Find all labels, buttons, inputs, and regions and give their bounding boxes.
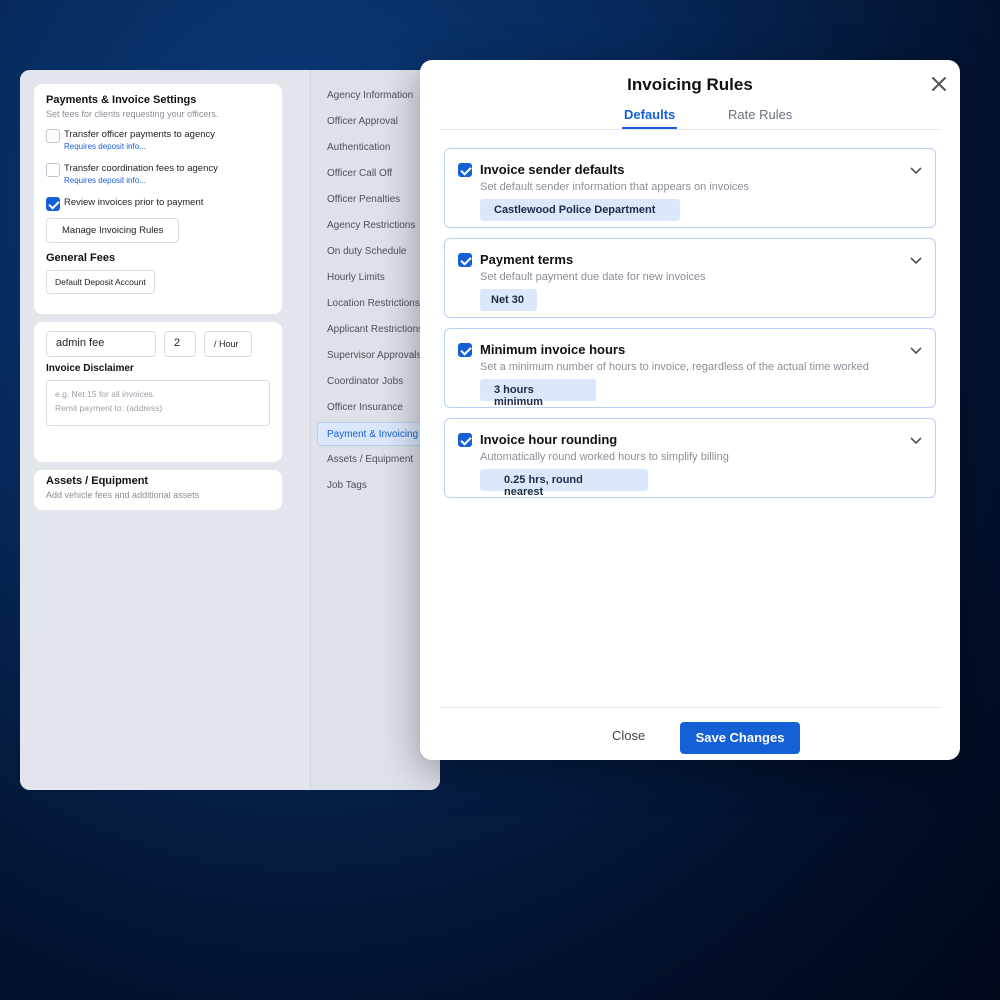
- option-label: Review invoices prior to payment: [64, 197, 204, 208]
- close-icon[interactable]: [930, 75, 948, 93]
- save-changes-button[interactable]: Save Changes: [680, 722, 800, 754]
- nav-item-hourly-limits[interactable]: Hourly Limits: [327, 272, 385, 283]
- checkbox-checked[interactable]: [46, 197, 60, 211]
- rule-description: Automatically round worked hours to simp…: [480, 451, 729, 463]
- option-transfer-officer-payments[interactable]: Transfer officer payments to agency Requ…: [46, 129, 270, 151]
- rule-description: Set a minimum number of hours to invoice…: [480, 361, 869, 373]
- rule-minimum-invoice-hours[interactable]: Minimum invoice hours Set a minimum numb…: [444, 328, 936, 408]
- invoicing-rules-modal: Invoicing Rules Defaults Rate Rules Invo…: [420, 60, 960, 760]
- nav-item-officer-penalties[interactable]: Officer Penalties: [327, 194, 400, 205]
- assets-card[interactable]: Assets / Equipment Add vehicle fees and …: [34, 470, 282, 510]
- rule-title: Invoice sender defaults: [480, 162, 625, 177]
- nav-item-officer-call-off[interactable]: Officer Call Off: [327, 168, 392, 179]
- rule-value-pill: 3 hours minimum: [480, 379, 596, 408]
- manage-invoicing-rules-button[interactable]: Manage Invoicing Rules: [46, 218, 180, 243]
- payments-card-subtitle: Set fees for clients requesting your off…: [46, 109, 219, 119]
- settings-window: Payments & Invoice Settings Set fees for…: [20, 70, 440, 790]
- chevron-down-icon[interactable]: [909, 343, 923, 355]
- nav-item-agency-restrictions[interactable]: Agency Restrictions: [327, 220, 415, 231]
- rule-value-pill: Castlewood Police Department: [480, 199, 680, 221]
- rule-payment-terms[interactable]: Payment terms Set default payment due da…: [444, 238, 936, 318]
- nav-item-applicant-restrictions[interactable]: Applicant Restrictions: [327, 324, 423, 335]
- nav-item-assets-equipment[interactable]: Assets / Equipment: [327, 454, 413, 465]
- payments-card: Payments & Invoice Settings Set fees for…: [34, 84, 282, 314]
- nav-item-on-duty-schedule[interactable]: On duty Schedule: [327, 246, 407, 257]
- chevron-down-icon[interactable]: [909, 433, 923, 445]
- option-label: Transfer officer payments to agency: [64, 129, 216, 140]
- nav-item-agency-information[interactable]: Agency Information: [327, 90, 413, 101]
- modal-footer-divider: [440, 707, 940, 708]
- chevron-down-icon[interactable]: [909, 163, 923, 175]
- close-button[interactable]: Close: [612, 728, 645, 743]
- rule-invoice-hour-rounding[interactable]: Invoice hour rounding Automatically roun…: [444, 418, 936, 498]
- settings-content: Payments & Invoice Settings Set fees for…: [20, 70, 310, 790]
- fee-unit-select[interactable]: / Hour: [204, 331, 252, 357]
- rule-description: Set default sender information that appe…: [480, 181, 750, 193]
- option-transfer-coordination-fees[interactable]: Transfer coordination fees to agency Req…: [46, 163, 270, 185]
- invoice-disclaimer-textarea[interactable]: e.g. Net 15 for all invoices. Remit paym…: [46, 380, 270, 426]
- requires-deposit-link[interactable]: Requires deposit info...: [64, 142, 270, 151]
- invoice-disclaimer-title: Invoice Disclaimer: [46, 363, 134, 374]
- chevron-down-icon[interactable]: [909, 253, 923, 265]
- rule-description: Set default payment due date for new inv…: [480, 271, 706, 283]
- assets-card-title: Assets / Equipment: [46, 475, 149, 487]
- default-deposit-account-button[interactable]: Default Deposit Account: [46, 270, 155, 294]
- general-fees-title: General Fees: [46, 252, 116, 264]
- modal-tabs: Defaults Rate Rules: [440, 107, 940, 130]
- checkbox-checked[interactable]: [458, 343, 472, 357]
- tab-rate-rules[interactable]: Rate Rules: [726, 107, 794, 127]
- rule-invoice-sender-defaults[interactable]: Invoice sender defaults Set default send…: [444, 148, 936, 228]
- nav-item-payment-invoicing[interactable]: Payment & Invoicing: [317, 422, 433, 446]
- checkbox-checked[interactable]: [458, 163, 472, 177]
- checkbox[interactable]: [46, 163, 60, 177]
- fee-inputs: admin fee 2 / Hour: [46, 331, 270, 357]
- tab-defaults[interactable]: Defaults: [622, 107, 678, 129]
- rule-value-pill: 0.25 hrs, round nearest: [480, 469, 648, 498]
- fee-name-input[interactable]: admin fee: [46, 331, 156, 357]
- rule-title: Invoice hour rounding: [480, 432, 618, 447]
- checkbox-checked[interactable]: [458, 433, 472, 447]
- fees-card: admin fee 2 / Hour Invoice Disclaimer e.…: [34, 322, 282, 462]
- option-label: Transfer coordination fees to agency: [64, 163, 218, 174]
- nav-item-job-tags[interactable]: Job Tags: [327, 480, 367, 491]
- checkbox[interactable]: [46, 129, 60, 143]
- nav-item-location-restrictions[interactable]: Location Restrictions: [327, 298, 420, 309]
- nav-item-officer-approval[interactable]: Officer Approval: [327, 116, 398, 127]
- checkbox-checked[interactable]: [458, 253, 472, 267]
- nav-item-coordinator-jobs[interactable]: Coordinator Jobs: [327, 376, 403, 387]
- rule-title: Minimum invoice hours: [480, 342, 626, 357]
- nav-item-authentication[interactable]: Authentication: [327, 142, 390, 153]
- payments-card-title: Payments & Invoice Settings: [46, 94, 197, 106]
- requires-deposit-link[interactable]: Requires deposit info...: [64, 176, 270, 185]
- nav-item-officer-insurance[interactable]: Officer Insurance: [327, 402, 403, 413]
- rule-value-pill: Net 30: [480, 289, 537, 311]
- rule-title: Payment terms: [480, 252, 574, 267]
- fee-amount-input[interactable]: 2: [164, 331, 196, 357]
- assets-card-subtitle: Add vehicle fees and additional assets: [46, 490, 200, 500]
- modal-title: Invoicing Rules: [627, 75, 753, 94]
- option-review-invoices[interactable]: Review invoices prior to payment: [46, 197, 270, 211]
- nav-item-supervisor-approvals[interactable]: Supervisor Approvals: [327, 350, 422, 361]
